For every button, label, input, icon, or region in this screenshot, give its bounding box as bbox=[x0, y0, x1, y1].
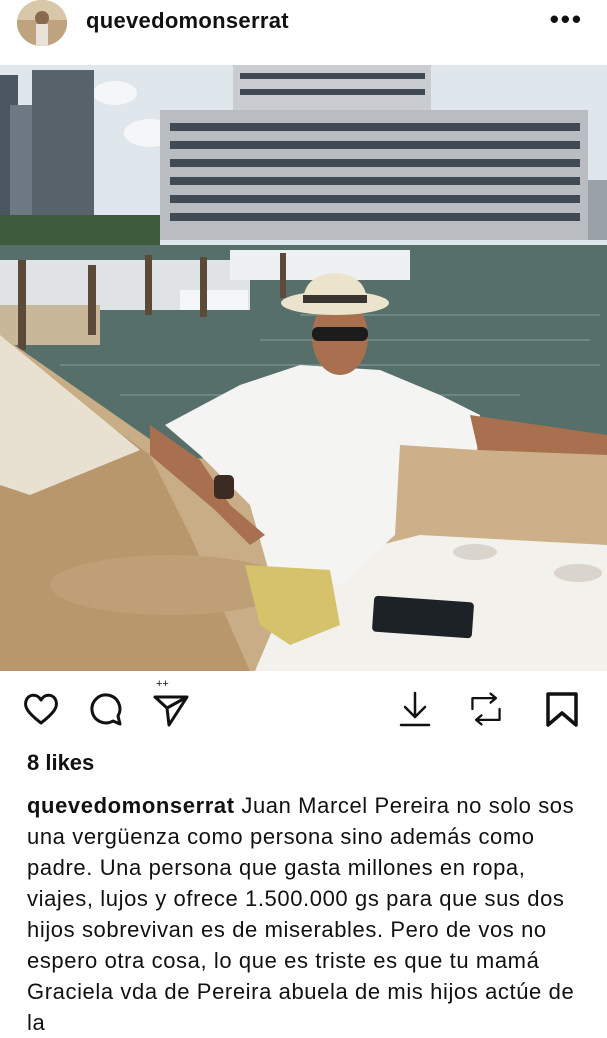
post-image bbox=[0, 65, 607, 671]
avatar[interactable] bbox=[17, 0, 67, 46]
post-username[interactable]: quevedomonserrat bbox=[86, 8, 289, 34]
post-header: quevedomonserrat ••• bbox=[0, 0, 607, 68]
post-actions: ++ bbox=[0, 671, 607, 751]
download-icon[interactable] bbox=[396, 689, 434, 729]
post-caption: quevedomonserrat Juan Marcel Pereira no … bbox=[27, 790, 589, 1038]
more-horizontal-icon[interactable]: ••• bbox=[550, 6, 583, 32]
bookmark-icon[interactable] bbox=[543, 689, 581, 729]
share-icon[interactable]: ++ bbox=[152, 677, 190, 729]
likes-count[interactable]: 8 likes bbox=[27, 750, 94, 776]
comment-icon[interactable] bbox=[87, 689, 125, 729]
heart-icon[interactable] bbox=[22, 689, 60, 729]
caption-text: Juan Marcel Pereira no solo sos una verg… bbox=[27, 793, 575, 1035]
repost-icon[interactable] bbox=[467, 689, 505, 729]
avatar-image bbox=[17, 0, 67, 46]
post-photo[interactable] bbox=[0, 65, 607, 671]
caption-username[interactable]: quevedomonserrat bbox=[27, 793, 235, 818]
svg-text:++: ++ bbox=[156, 678, 169, 690]
